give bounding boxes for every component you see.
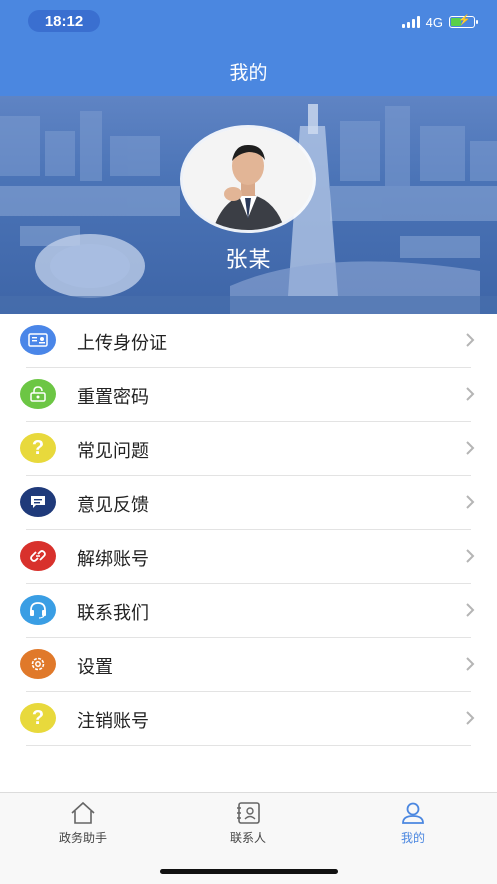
tab-mine[interactable]: 我的 bbox=[358, 801, 468, 846]
menu-item-label: 联系我们 bbox=[77, 603, 149, 624]
menu-item-settings[interactable]: 设置 bbox=[0, 638, 497, 692]
question-icon: ? bbox=[20, 703, 56, 733]
menu-item-upload-id[interactable]: 上传身份证 bbox=[0, 314, 497, 368]
tab-label: 政务助手 bbox=[58, 831, 107, 845]
feedback-icon bbox=[20, 487, 56, 517]
chevron-right-icon bbox=[466, 657, 475, 671]
top-bar: 18:12 4G ⚡ 我的 bbox=[0, 0, 497, 96]
unlink-icon bbox=[20, 541, 56, 571]
status-time: 18:12 bbox=[28, 10, 100, 32]
settings-menu: 上传身份证 重置密码 ? 常见问题 意见反馈 解绑账号 联系我们 设置 ? 注销… bbox=[0, 314, 497, 746]
chevron-right-icon bbox=[466, 711, 475, 725]
tab-label: 我的 bbox=[400, 831, 425, 845]
tab-gov-assistant[interactable]: 政务助手 bbox=[28, 801, 138, 846]
menu-item-label: 意见反馈 bbox=[77, 495, 149, 516]
status-indicators: 4G ⚡ bbox=[401, 14, 478, 30]
gear-icon bbox=[20, 649, 56, 679]
avatar-photo bbox=[183, 128, 313, 230]
chevron-right-icon bbox=[466, 495, 475, 509]
chevron-right-icon bbox=[466, 333, 475, 347]
menu-item-label: 上传身份证 bbox=[77, 333, 167, 354]
user-name: 张某 bbox=[225, 248, 272, 273]
chevron-right-icon bbox=[466, 441, 475, 455]
menu-item-label: 解绑账号 bbox=[77, 549, 149, 570]
lock-icon bbox=[20, 379, 56, 409]
home-icon bbox=[71, 801, 95, 824]
menu-item-faq[interactable]: ? 常见问题 bbox=[0, 422, 497, 476]
menu-item-label: 设置 bbox=[77, 657, 113, 678]
avatar[interactable] bbox=[183, 128, 313, 230]
menu-item-unbind-account[interactable]: 解绑账号 bbox=[0, 530, 497, 584]
contacts-icon bbox=[237, 802, 260, 824]
menu-item-delete-account[interactable]: ? 注销账号 bbox=[0, 692, 497, 746]
id-card-icon bbox=[20, 325, 56, 355]
chevron-right-icon bbox=[466, 603, 475, 617]
home-indicator[interactable] bbox=[160, 869, 338, 874]
chevron-right-icon bbox=[466, 387, 475, 401]
user-icon bbox=[402, 802, 424, 824]
menu-item-label: 重置密码 bbox=[77, 387, 149, 408]
chevron-right-icon bbox=[466, 549, 475, 563]
battery-icon: ⚡ bbox=[449, 15, 478, 28]
menu-item-feedback[interactable]: 意见反馈 bbox=[0, 476, 497, 530]
headset-icon bbox=[20, 595, 56, 625]
signal-icon bbox=[401, 16, 420, 28]
menu-item-contact-us[interactable]: 联系我们 bbox=[0, 584, 497, 638]
page-title: 我的 bbox=[229, 62, 268, 84]
tab-contacts[interactable]: 联系人 bbox=[193, 801, 303, 846]
divider bbox=[26, 745, 471, 746]
menu-item-label: 常见问题 bbox=[77, 441, 149, 462]
profile-banner: 张某 bbox=[0, 96, 497, 314]
menu-item-reset-password[interactable]: 重置密码 bbox=[0, 368, 497, 422]
tab-label: 联系人 bbox=[229, 831, 266, 845]
question-icon: ? bbox=[20, 433, 56, 463]
menu-item-label: 注销账号 bbox=[77, 711, 149, 732]
network-label: 4G bbox=[425, 14, 443, 30]
